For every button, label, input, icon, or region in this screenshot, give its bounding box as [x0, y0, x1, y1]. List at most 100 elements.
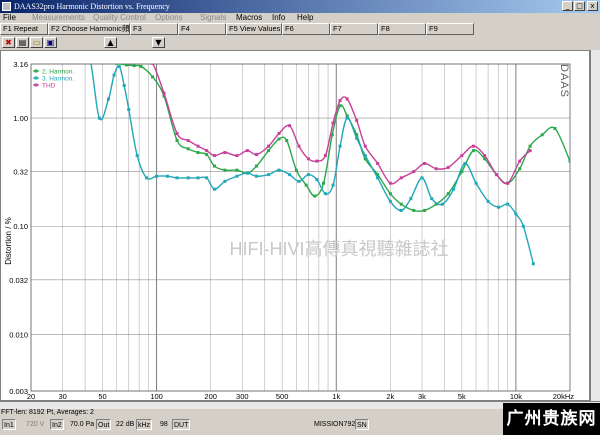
data-point [430, 197, 434, 201]
x-tick-label: 2k [386, 392, 394, 400]
maximize-button[interactable]: □ [574, 1, 585, 11]
data-point [212, 164, 216, 168]
data-point [388, 199, 392, 203]
menu-measurements[interactable]: Measurements [32, 13, 85, 23]
data-point [495, 173, 499, 177]
plot-area: HIFI-HIVI高傳真視聽雜誌社 3.16 1.00 0.32 0.10 0.032 0… [0, 50, 590, 401]
series-line-2 [90, 64, 534, 264]
data-point [127, 107, 131, 111]
x-tick-label: 500 [276, 392, 289, 400]
app-icon[interactable] [2, 2, 11, 11]
menu-info[interactable]: Info [272, 13, 285, 23]
legend: 2. Harmon.3. Harmon.THD [33, 69, 74, 90]
sn-button[interactable]: SN [355, 419, 369, 430]
x-tick-label: 20kHz [553, 392, 575, 400]
close-button[interactable]: x [587, 1, 598, 11]
data-point [306, 157, 310, 161]
f2-button[interactable]: F2 Choose Harmonic頻 [48, 23, 130, 35]
input2-button[interactable]: In2 [50, 419, 64, 430]
menu-signals[interactable]: Signals [200, 13, 226, 23]
data-point [186, 139, 190, 143]
data-point [142, 60, 145, 63]
f9-button[interactable]: F9 [426, 23, 474, 35]
data-point [196, 144, 200, 148]
data-point [363, 144, 367, 148]
y-tick-label: 3.16 [13, 60, 28, 69]
scroll-up-icon[interactable]: ▲ [104, 37, 117, 48]
toolbar: ✖ ▤ ▭ ▣ ▲ ▼ [0, 36, 600, 49]
menu-macros[interactable]: Macros [236, 13, 262, 23]
daas-brand-label: DAAS [558, 64, 570, 98]
data-point [145, 176, 149, 180]
x-tick-label: 100 [150, 392, 163, 400]
f1-button[interactable]: F1 Repeat [0, 23, 48, 35]
data-point [528, 149, 532, 153]
data-point [531, 262, 535, 266]
data-point [123, 59, 126, 62]
y-tick-label: 0.10 [13, 222, 28, 231]
save-icon[interactable]: ▣ [44, 37, 57, 48]
data-point [165, 174, 169, 178]
f7-button[interactable]: F7 [330, 23, 378, 35]
menu-options[interactable]: Options [155, 13, 183, 23]
f3-button[interactable]: F3 [130, 23, 178, 35]
data-point [87, 51, 90, 52]
print-icon[interactable]: ▤ [16, 37, 29, 48]
data-point [322, 181, 326, 185]
data-point [245, 171, 249, 175]
data-point [446, 165, 450, 169]
data-point [323, 192, 327, 196]
menu-quality-control[interactable]: Quality Control [93, 13, 146, 23]
f5-button[interactable]: F5 View Values [226, 23, 282, 35]
data-point [223, 151, 227, 155]
data-point [288, 173, 292, 177]
x-tick-label: 30 [58, 392, 66, 400]
f6-button[interactable]: F6 [282, 23, 330, 35]
data-point [133, 60, 136, 63]
vertical-grid [30, 64, 517, 391]
menu-help[interactable]: Help [297, 13, 313, 23]
open-folder-icon[interactable]: ▭ [30, 37, 43, 48]
khz-button[interactable]: kHz [136, 419, 153, 430]
vertical-scrollbar[interactable] [590, 50, 600, 401]
data-point [235, 154, 239, 158]
y-tick-label: 0.010 [9, 330, 28, 339]
cancel-icon[interactable]: ✖ [2, 37, 15, 48]
data-point [506, 202, 510, 206]
menu-file[interactable]: File [3, 13, 16, 23]
function-key-bar: F1 Repeat F2 Choose Harmonic頻 F3 F4 F5 V… [0, 23, 600, 35]
data-point [338, 144, 342, 148]
minimize-button[interactable]: _ [562, 1, 573, 11]
f4-button[interactable]: F4 [178, 23, 226, 35]
data-point [355, 118, 359, 122]
scroll-down-icon[interactable]: ▼ [152, 37, 165, 48]
dut-button[interactable]: DUT [172, 419, 191, 430]
x-tick-label: 300 [236, 392, 249, 400]
title-bar[interactable]: DAAS32pro Harmonic Distortion vs. Freque… [0, 0, 600, 13]
data-point [235, 168, 239, 172]
site-logo: 广州贵族网 [503, 403, 600, 435]
f8-button[interactable]: F8 [378, 23, 426, 35]
data-point [107, 97, 111, 101]
data-point [255, 164, 259, 168]
data-point [186, 176, 190, 180]
data-point [285, 139, 289, 143]
data-point [540, 133, 544, 137]
data-point [94, 58, 97, 61]
data-point [162, 91, 166, 95]
data-point [568, 159, 570, 163]
data-point [196, 176, 200, 180]
data-point [474, 181, 478, 185]
data-point [463, 162, 467, 166]
plot-border [30, 63, 571, 392]
series-line-1 [116, 64, 570, 212]
x-tick-label: 20 [27, 392, 35, 400]
legend-marker [34, 83, 38, 87]
legend-label: 3. Harmon. [42, 76, 74, 83]
data-point [235, 174, 239, 178]
data-point [388, 181, 392, 185]
input1-button[interactable]: In1 [2, 419, 16, 430]
data-point [294, 168, 298, 172]
y-tick-label: 0.003 [9, 387, 28, 396]
output-button[interactable]: Out [96, 419, 112, 430]
